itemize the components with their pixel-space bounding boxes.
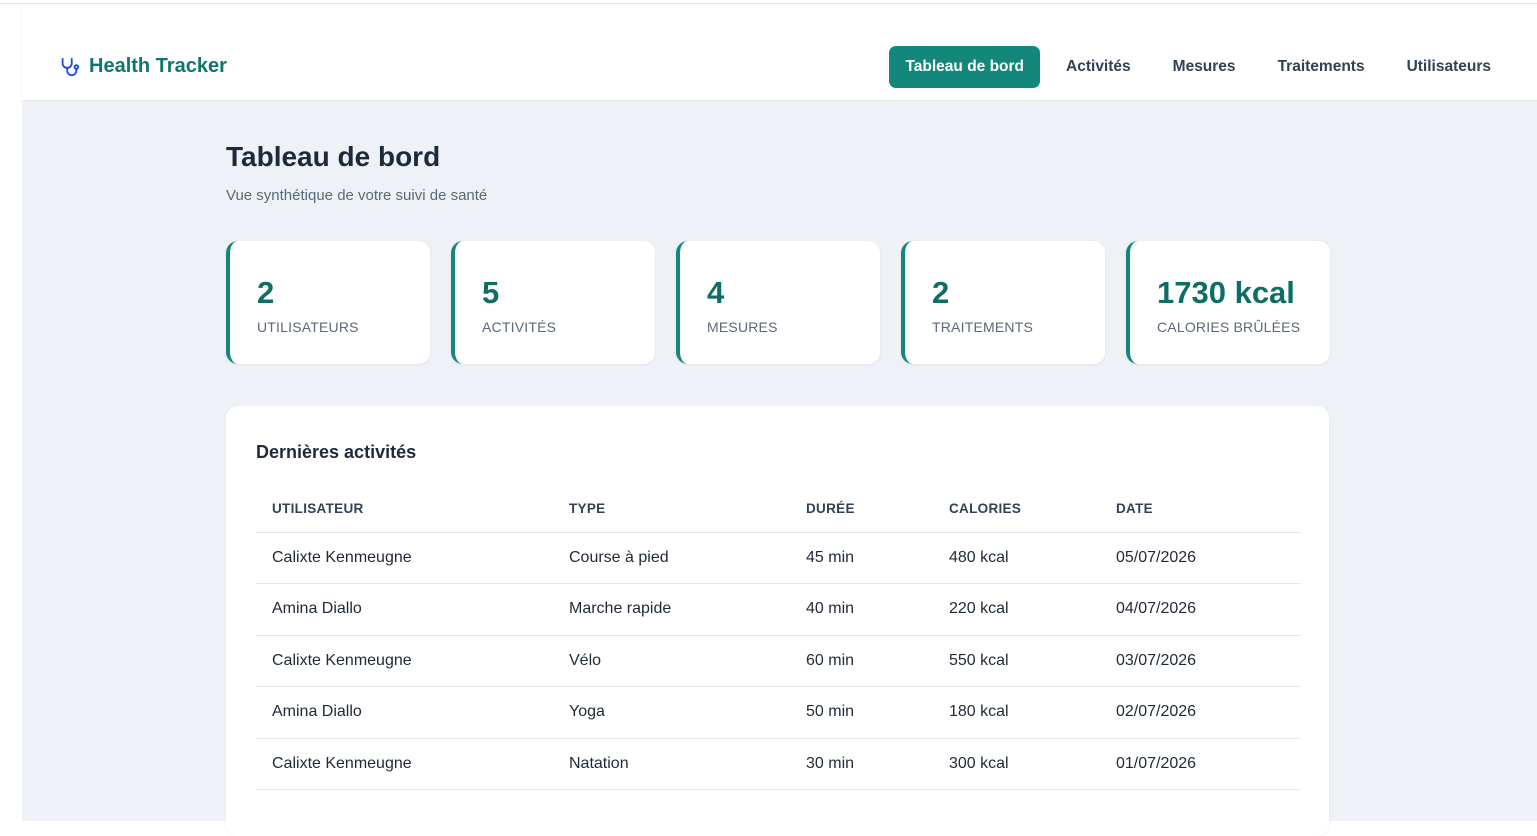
- page-title: Tableau de bord: [226, 141, 441, 172]
- page-subtitle: Vue synthétique de votre suivi de santé: [226, 187, 488, 204]
- nav-tableau-de-bord[interactable]: Tableau de bord: [889, 46, 1041, 88]
- top-border: [0, 0, 1537, 4]
- main-nav: Tableau de bord Activités Mesures Traite…: [889, 46, 1507, 88]
- stats-row: 2 Utilisateurs 5 Activités 4 Mesures 2 T…: [226, 241, 1330, 364]
- nav-activites[interactable]: Activités: [1050, 46, 1147, 88]
- stat-label: Calories brûlées: [1157, 319, 1301, 335]
- stat-value: 2: [932, 275, 950, 310]
- cell-calories: 550 kcal: [933, 635, 1100, 687]
- cell-calories: 480 kcal: [933, 532, 1100, 584]
- stat-value: 5: [482, 275, 500, 310]
- cell-calories: 180 kcal: [933, 686, 1100, 739]
- cell-date: 05/07/2026: [1100, 532, 1301, 584]
- cell-type: Yoga: [553, 686, 790, 739]
- cell-utilisateur: Amina Diallo: [256, 583, 553, 636]
- table-row: Calixte Kenmeugne Natation 30 min 300 kc…: [256, 738, 1301, 790]
- cell-type: Natation: [553, 738, 790, 790]
- stat-card-utilisateurs: 2 Utilisateurs: [226, 241, 430, 364]
- col-header-type: TYPE: [553, 486, 790, 533]
- cell-duree: 50 min: [790, 686, 933, 739]
- col-header-duree: DURÉE: [790, 486, 933, 533]
- cell-type: Marche rapide: [553, 583, 790, 636]
- cell-type: Course à pied: [553, 532, 790, 584]
- activities-table: UTILISATEUR TYPE DURÉE CALORIES DATE Cal…: [256, 486, 1301, 790]
- stat-label: Traitements: [932, 319, 1033, 335]
- cell-date: 02/07/2026: [1100, 686, 1301, 739]
- stat-label: Utilisateurs: [257, 319, 359, 335]
- table-row: Calixte Kenmeugne Vélo 60 min 550 kcal 0…: [256, 635, 1301, 687]
- cell-utilisateur: Calixte Kenmeugne: [256, 635, 553, 687]
- nav-traitements[interactable]: Traitements: [1262, 46, 1381, 88]
- stat-label: Activités: [482, 319, 557, 335]
- cell-utilisateur: Calixte Kenmeugne: [256, 532, 553, 584]
- table-header-row: UTILISATEUR TYPE DURÉE CALORIES DATE: [256, 486, 1301, 533]
- table-row: Amina Diallo Yoga 50 min 180 kcal 02/07/…: [256, 686, 1301, 739]
- stat-value: 1730 kcal: [1157, 275, 1295, 310]
- cell-calories: 300 kcal: [933, 738, 1100, 790]
- stat-value: 2: [257, 275, 275, 310]
- stat-value: 4: [707, 275, 725, 310]
- cell-duree: 40 min: [790, 583, 933, 636]
- nav-utilisateurs[interactable]: Utilisateurs: [1391, 46, 1507, 88]
- cell-duree: 60 min: [790, 635, 933, 687]
- recent-activities-panel: Dernières activités UTILISATEUR TYPE DUR…: [226, 406, 1329, 836]
- table-row: Calixte Kenmeugne Course à pied 45 min 4…: [256, 532, 1301, 584]
- stat-card-mesures: 4 Mesures: [676, 241, 880, 364]
- cell-utilisateur: Calixte Kenmeugne: [256, 738, 553, 790]
- stat-label: Mesures: [707, 319, 778, 335]
- cell-date: 03/07/2026: [1100, 635, 1301, 687]
- cell-date: 01/07/2026: [1100, 738, 1301, 790]
- cell-date: 04/07/2026: [1100, 583, 1301, 636]
- brand-name: Health Tracker: [89, 55, 227, 77]
- stat-card-calories: 1730 kcal Calories brûlées: [1126, 241, 1330, 364]
- cell-type: Vélo: [553, 635, 790, 687]
- cell-duree: 30 min: [790, 738, 933, 790]
- nav-mesures[interactable]: Mesures: [1157, 46, 1252, 88]
- stat-card-traitements: 2 Traitements: [901, 241, 1105, 364]
- panel-title: Dernières activités: [256, 442, 417, 462]
- col-header-utilisateur: UTILISATEUR: [256, 486, 553, 533]
- stat-card-activites: 5 Activités: [451, 241, 655, 364]
- cell-duree: 45 min: [790, 532, 933, 584]
- brand-logo[interactable]: Health Tracker: [58, 55, 227, 78]
- cell-utilisateur: Amina Diallo: [256, 686, 553, 739]
- table-row: Amina Diallo Marche rapide 40 min 220 kc…: [256, 583, 1301, 636]
- cell-calories: 220 kcal: [933, 583, 1100, 636]
- navbar: Health Tracker Tableau de bord Activités…: [22, 5, 1537, 101]
- main-content: Tableau de bord Vue synthétique de votre…: [22, 101, 1537, 836]
- col-header-calories: CALORIES: [933, 486, 1100, 533]
- stethoscope-icon: [58, 56, 80, 78]
- col-header-date: DATE: [1100, 486, 1301, 533]
